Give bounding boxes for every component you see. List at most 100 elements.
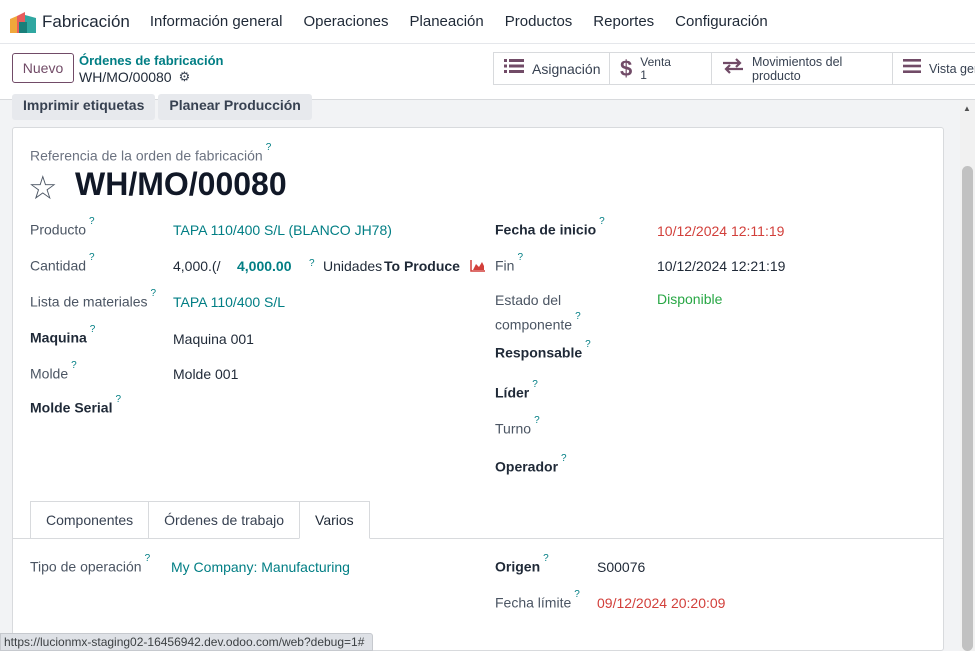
origin-label: Origen? — [495, 553, 549, 575]
help-icon[interactable]: ? — [543, 553, 549, 564]
area-chart-icon[interactable] — [470, 259, 486, 275]
menu-item-configuration[interactable]: Configuración — [675, 13, 768, 30]
mold-serial-label-text: Molde Serial — [30, 399, 113, 416]
main-menu: Información general Operaciones Planeaci… — [150, 13, 789, 30]
responsible-label-text: Responsable — [495, 344, 583, 361]
reference-label: Referencia de la orden de fabricación? — [30, 142, 271, 164]
mold-field[interactable]: Molde 001 — [173, 366, 238, 382]
product-label: Producto? — [30, 216, 95, 238]
start-date-label: Fecha de inicio? — [495, 216, 605, 238]
operator-label: Operador? — [495, 453, 567, 475]
plan-production-button[interactable]: Planear Producción — [158, 94, 312, 120]
notebook-tabs: Componentes Órdenes de trabajo Varios — [30, 501, 370, 539]
app-name[interactable]: Fabricación — [42, 12, 130, 32]
to-produce-label: To Produce — [384, 258, 460, 274]
component-status-value: Disponible — [657, 291, 723, 307]
shift-label-text: Turno — [495, 420, 532, 437]
sale-count: 1 — [640, 67, 647, 82]
help-icon[interactable]: ? — [309, 258, 315, 269]
component-status-label-line1: Estado del — [495, 292, 562, 308]
help-icon[interactable]: ? — [151, 288, 157, 299]
bom-field[interactable]: TAPA 110/400 S/L — [173, 294, 285, 310]
help-icon[interactable]: ? — [585, 339, 591, 350]
quantity-target-field[interactable]: 4,000.00 — [237, 258, 292, 274]
tab-components[interactable]: Componentes — [30, 501, 150, 539]
menu-item-overview[interactable]: Información general — [150, 13, 283, 30]
start-date-label-text: Fecha de inicio — [495, 221, 597, 238]
menu-item-products[interactable]: Productos — [505, 13, 573, 30]
bom-label-text: Lista de materiales — [30, 293, 148, 310]
tab-misc[interactable]: Varios — [299, 501, 370, 539]
origin-field[interactable]: S00076 — [597, 559, 645, 575]
assignment-smart-button[interactable]: Asignación — [493, 52, 610, 85]
shift-label: Turno? — [495, 415, 540, 437]
menu-lines-icon — [903, 58, 921, 80]
help-icon[interactable]: ? — [115, 394, 121, 405]
end-date-field[interactable]: 10/12/2024 12:21:19 — [657, 258, 785, 274]
help-icon[interactable]: ? — [561, 453, 567, 464]
operation-type-field[interactable]: My Company: Manufacturing — [171, 559, 350, 575]
breadcrumb-current: WH/MO/00080 ⚙ — [79, 69, 190, 85]
help-icon[interactable]: ? — [89, 216, 95, 227]
list-icon — [504, 58, 524, 80]
deadline-label-text: Fecha límite — [495, 594, 572, 611]
leader-label: Líder? — [495, 379, 538, 401]
reference-label-text: Referencia de la orden de fabricación — [30, 147, 263, 164]
help-icon[interactable]: ? — [145, 553, 151, 564]
tab-work-orders[interactable]: Órdenes de trabajo — [148, 501, 301, 539]
app-logo-icon[interactable] — [10, 11, 36, 33]
operation-type-label: Tipo de operación? — [30, 553, 150, 575]
print-labels-button[interactable]: Imprimir etiquetas — [12, 94, 156, 120]
record-title[interactable]: WH/MO/00080 — [75, 166, 287, 203]
menu-item-planning[interactable]: Planeación — [410, 13, 484, 30]
help-icon[interactable]: ? — [534, 415, 540, 426]
control-panel: Nuevo Órdenes de fabricación WH/MO/00080… — [0, 44, 975, 100]
star-icon[interactable]: ☆ — [28, 168, 58, 207]
gear-icon[interactable]: ⚙ — [179, 69, 191, 85]
help-icon[interactable]: ? — [71, 360, 77, 371]
moves-label: Movimientos del producto — [752, 54, 843, 83]
help-icon[interactable]: ? — [517, 252, 523, 263]
help-icon[interactable]: ? — [266, 142, 272, 153]
operation-type-label-text: Tipo de operación — [30, 558, 142, 575]
deadline-label: Fecha límite? — [495, 589, 580, 611]
scroll-up-icon[interactable]: ▲ — [963, 104, 971, 113]
product-moves-smart-button[interactable]: Movimientos del producto — [711, 52, 893, 85]
quantity-unit[interactable]: Unidades — [323, 258, 382, 274]
responsible-label: Responsable? — [495, 339, 591, 361]
origin-label-text: Origen — [495, 558, 541, 575]
product-field[interactable]: TAPA 110/400 S/L (BLANCO JH78) — [173, 222, 392, 238]
overview-label: Vista gen — [929, 61, 975, 76]
help-icon[interactable]: ? — [90, 324, 96, 335]
mold-label: Molde? — [30, 360, 77, 382]
assignment-label: Asignación — [532, 60, 601, 77]
overview-smart-button[interactable]: Vista gen — [892, 52, 975, 85]
help-icon[interactable]: ? — [574, 589, 580, 600]
start-date-field[interactable]: 10/12/2024 12:11:19 — [657, 223, 784, 239]
new-button[interactable]: Nuevo — [12, 53, 74, 83]
end-date-label: Fin? — [495, 252, 523, 274]
help-icon[interactable]: ? — [532, 379, 538, 390]
arrows-exchange-icon — [722, 57, 744, 80]
bom-label: Lista de materiales? — [30, 288, 156, 310]
mold-serial-label: Molde Serial? — [30, 394, 121, 416]
breadcrumb-parent[interactable]: Órdenes de fabricación — [79, 53, 224, 68]
menu-item-reports[interactable]: Reportes — [593, 13, 654, 30]
menu-item-operations[interactable]: Operaciones — [303, 13, 388, 30]
component-status-label: Estado del componente? — [495, 290, 581, 336]
scrollbar-thumb[interactable] — [962, 166, 973, 651]
form-sheet: Referencia de la orden de fabricación? ☆… — [12, 127, 944, 651]
machine-field[interactable]: Maquina 001 — [173, 331, 254, 347]
help-icon[interactable]: ? — [575, 311, 581, 322]
component-status-label-line2: componente — [495, 316, 573, 333]
header-actions: Imprimir etiquetas Planear Producción — [12, 94, 315, 120]
deadline-field[interactable]: 09/12/2024 20:20:09 — [597, 595, 725, 611]
quantity-label-text: Cantidad — [30, 257, 87, 274]
quantity-produced-field[interactable]: 4,000.(/ — [173, 258, 220, 274]
top-navbar: Fabricación Información general Operacio… — [0, 0, 975, 44]
help-icon[interactable]: ? — [599, 216, 605, 227]
end-date-label-text: Fin — [495, 257, 515, 274]
sale-smart-button[interactable]: $ Venta 1 — [609, 52, 712, 85]
help-icon[interactable]: ? — [89, 252, 95, 263]
dollar-icon: $ — [620, 55, 633, 81]
